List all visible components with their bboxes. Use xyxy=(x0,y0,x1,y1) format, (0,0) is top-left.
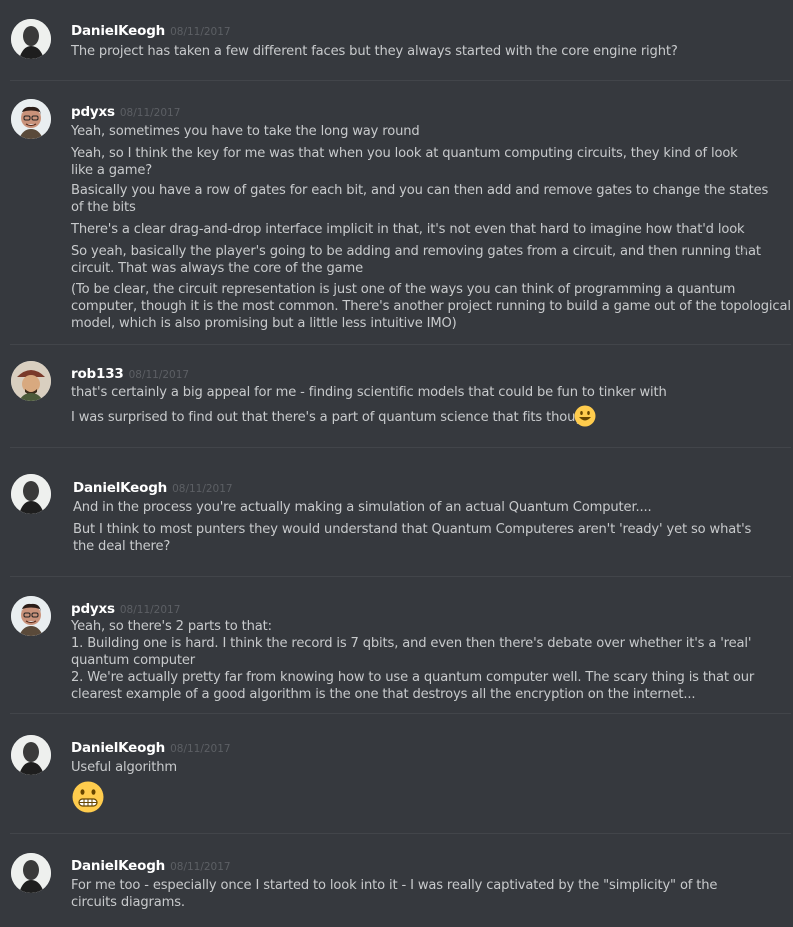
grinning-smiley-icon xyxy=(574,405,596,427)
username[interactable]: rob133 xyxy=(71,366,124,382)
message-divider xyxy=(10,447,791,448)
avatar[interactable] xyxy=(11,361,51,401)
add-reaction-icon[interactable]: ☺ xyxy=(736,244,750,257)
message-header: DanielKeogh 08/11/2017 xyxy=(71,20,231,39)
message-text: For me too - especially once I started t… xyxy=(71,878,718,910)
message-text: Yeah, so I think the key for me was that… xyxy=(71,146,738,178)
timestamp: 08/11/2017 xyxy=(119,604,181,616)
message-divider xyxy=(10,80,791,81)
avatar[interactable] xyxy=(11,99,51,139)
message-divider xyxy=(10,713,791,714)
message-actions[interactable]: ☺⋮ xyxy=(736,244,764,257)
timestamp: 08/11/2017 xyxy=(170,861,231,873)
message-divider xyxy=(10,576,791,577)
message-text: that's certainly a big appeal for me - f… xyxy=(71,385,667,400)
message-header: pdyxs 08/11/2017 xyxy=(71,101,181,120)
message-text: (To be clear, the circuit representation… xyxy=(71,282,791,331)
timestamp: 08/11/2017 xyxy=(170,743,231,755)
message-header: rob133 08/11/2017 xyxy=(71,363,190,382)
message-header: DanielKeogh 08/11/2017 xyxy=(71,737,231,756)
avatar[interactable] xyxy=(11,853,51,893)
avatar[interactable] xyxy=(11,596,51,636)
more-options-icon[interactable]: ⋮ xyxy=(750,244,764,257)
message-text: The project has taken a few different fa… xyxy=(71,44,678,59)
message-header: DanielKeogh 08/11/2017 xyxy=(73,477,233,496)
avatar[interactable] xyxy=(11,474,51,514)
message-text: So yeah, basically the player's going to… xyxy=(71,244,761,276)
username[interactable]: DanielKeogh xyxy=(71,740,165,756)
message-text: There's a clear drag-and-drop interface … xyxy=(71,222,745,237)
username[interactable]: DanielKeogh xyxy=(73,480,167,496)
username[interactable]: DanielKeogh xyxy=(71,23,165,39)
message-text: I was surprised to find out that there's… xyxy=(71,410,592,425)
username[interactable]: pdyxs xyxy=(71,104,115,120)
timestamp: 08/11/2017 xyxy=(119,107,181,119)
message-header: DanielKeogh 08/11/2017 xyxy=(71,855,231,874)
avatar[interactable] xyxy=(11,735,51,775)
message-divider xyxy=(10,344,791,345)
message-text: Basically you have a row of gates for ea… xyxy=(71,183,769,215)
message-text: Useful algorithm xyxy=(71,760,177,775)
avatar[interactable] xyxy=(11,19,51,59)
message-text: Yeah, so there's 2 parts to that: 1. Bui… xyxy=(71,619,755,702)
message-divider xyxy=(10,833,791,834)
message-header: pdyxs 08/11/2017 xyxy=(71,598,181,617)
timestamp: 08/11/2017 xyxy=(128,369,190,381)
message-text: But I think to most punters they would u… xyxy=(73,522,752,554)
timestamp: 08/11/2017 xyxy=(170,26,231,38)
username[interactable]: pdyxs xyxy=(71,601,115,617)
grimacing-face-icon xyxy=(72,781,104,813)
timestamp: 08/11/2017 xyxy=(172,483,233,495)
message-text: And in the process you're actually makin… xyxy=(73,500,652,515)
message-text: Yeah, sometimes you have to take the lon… xyxy=(71,124,420,139)
username[interactable]: DanielKeogh xyxy=(71,858,165,874)
